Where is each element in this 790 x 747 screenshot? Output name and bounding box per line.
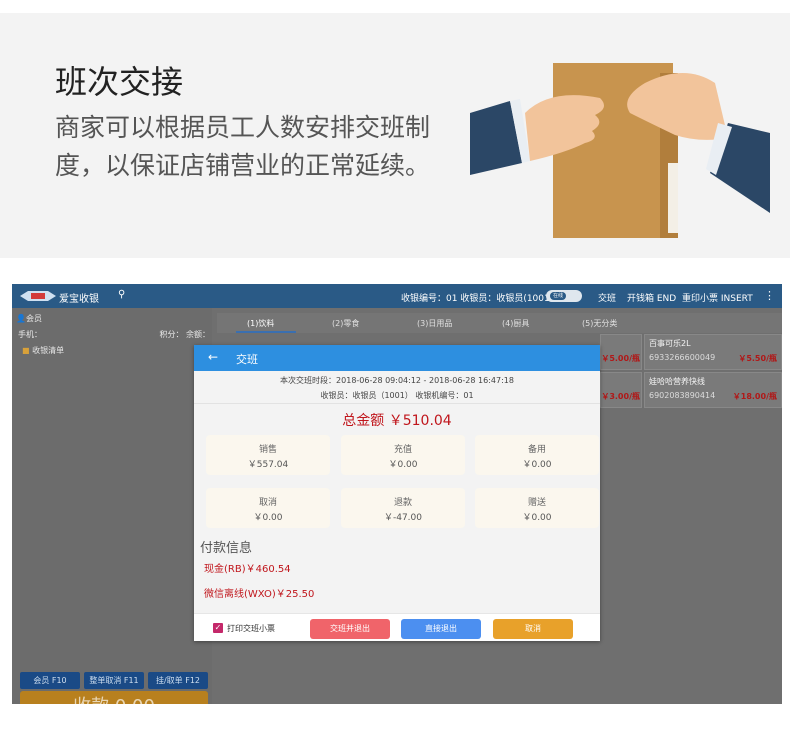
- tab-snacks[interactable]: (2)零食: [332, 318, 359, 329]
- print-receipt-checkbox[interactable]: ✓: [213, 623, 223, 633]
- cashier-info: 收银编号：01 收银员：收银员(1001): [401, 294, 554, 304]
- member-label: 会员: [25, 314, 42, 323]
- card-value: ￥0.00: [522, 513, 552, 523]
- print-receipt-label[interactable]: 打印交班小票: [227, 623, 275, 634]
- reserve-card: 备用 ￥0.00: [475, 435, 599, 475]
- handover-exit-button[interactable]: 交班并退出: [310, 619, 390, 639]
- order-list-icon: ■: [22, 346, 30, 355]
- member-button[interactable]: 会员 F10: [20, 672, 80, 689]
- back-arrow-icon[interactable]: ←: [208, 350, 218, 364]
- goods-item[interactable]: ￥5.00/瓶: [600, 334, 642, 370]
- card-label: 备用: [527, 445, 546, 455]
- toggle-label: 在线: [550, 292, 566, 300]
- goods-price: ￥5.00/瓶: [601, 354, 640, 363]
- card-value: ￥0.00: [522, 460, 552, 470]
- more-menu-icon[interactable]: ⋮: [764, 289, 775, 302]
- payment-cash: 现金(RB)￥460.54: [204, 564, 291, 575]
- gift-card: 赠送 ￥0.00: [475, 488, 599, 528]
- goods-item[interactable]: ￥3.00/瓶: [600, 372, 642, 408]
- card-label: 退款: [393, 498, 412, 508]
- goods-price: ￥5.50/瓶: [738, 354, 777, 363]
- top-bar: 爱宝收银 ⚲ 收银编号：01 收银员：收银员(1001) 在线 交班 开钱箱 E…: [12, 284, 782, 308]
- tab-uncategorized[interactable]: (5)无分类: [582, 318, 617, 329]
- goods-item[interactable]: 百事可乐2L 6933266600049 ￥5.50/瓶: [644, 334, 782, 370]
- goods-item[interactable]: 娃哈哈营养快线 6902083890414 ￥18.00/瓶: [644, 372, 782, 408]
- search-icon[interactable]: ⚲: [118, 289, 125, 300]
- card-value: ￥0.00: [388, 460, 418, 470]
- banner-description: 商家可以根据员工人数安排交班制度，以保证店铺营业的正常延续。: [55, 113, 431, 180]
- reprint-action[interactable]: 重印小票 INSERT: [682, 291, 753, 304]
- category-tabs: (1)饮料 (2)零食 (3)日用品 (4)厨具 (5)无分类: [217, 313, 782, 333]
- direct-exit-button[interactable]: 直接退出: [401, 619, 481, 639]
- cancel-card: 取消 ￥0.00: [206, 488, 330, 528]
- hold-order-button[interactable]: 挂/取单 F12: [148, 672, 208, 689]
- recharge-card: 充值 ￥0.00: [341, 435, 465, 475]
- active-tab-indicator: [236, 331, 296, 333]
- dialog-footer: ✓ 打印交班小票 交班并退出 直接退出 取消: [194, 613, 600, 641]
- payment-wechat-offline: 微信离线(WXO)￥25.50: [204, 589, 315, 600]
- points-balance-label: 积分： 余额：: [159, 330, 210, 339]
- tab-daily[interactable]: (3)日用品: [417, 318, 452, 329]
- card-label: 取消: [258, 498, 277, 508]
- folder-handover-illustration: [470, 63, 770, 238]
- payment-info-title: 付款信息: [200, 541, 253, 556]
- refund-card: 退款 ￥-47.00: [341, 488, 465, 528]
- app-logo-icon: [20, 291, 56, 301]
- handover-action[interactable]: 交班: [598, 291, 616, 304]
- card-label: 充值: [393, 445, 412, 455]
- dialog-title: 交班: [236, 353, 258, 366]
- cancel-order-button[interactable]: 整单取消 F11: [84, 672, 144, 689]
- card-value: ￥-47.00: [383, 513, 422, 523]
- goods-price: ￥3.00/瓶: [601, 392, 640, 401]
- card-value: ￥0.00: [253, 513, 283, 523]
- order-list-row[interactable]: ■ 收银清单: [22, 345, 64, 356]
- online-toggle[interactable]: 在线: [546, 290, 582, 302]
- member-row[interactable]: 👤会员: [16, 313, 42, 324]
- card-label: 赠送: [527, 498, 546, 508]
- phone-label: 手机：: [18, 330, 42, 339]
- handover-cashier: 收银员：收银员（1001） 收银机编号：01: [320, 391, 474, 400]
- divider: [194, 403, 600, 404]
- tab-drinks[interactable]: (1)饮料: [247, 318, 274, 329]
- goods-code: 6902083890414: [649, 391, 716, 400]
- member-phone-row: 手机： 积分： 余额：: [18, 329, 210, 340]
- tab-kitchen[interactable]: (4)厨具: [502, 318, 529, 329]
- goods-name: 娃哈哈营养快线: [649, 377, 705, 386]
- goods-code: 6933266600049: [649, 353, 716, 362]
- checkout-button[interactable]: 收款 0.00: [20, 691, 208, 704]
- handover-period: 本次交班时段：2018-06-28 09:04:12 - 2018-06-28 …: [280, 376, 514, 385]
- order-list-label: 收银清单: [32, 346, 65, 355]
- left-panel: 👤会员 手机： 积分： 余额： ■ 收银清单 会员 F10 整单取消 F11 挂…: [12, 308, 212, 704]
- sales-card: 销售 ￥557.04: [206, 435, 330, 475]
- goods-price: ￥18.00/瓶: [732, 392, 777, 401]
- intro-banner: 班次交接 商家可以根据员工人数安排交班制度，以保证店铺营业的正常延续。: [0, 13, 790, 258]
- app-name: 爱宝收银: [59, 294, 99, 305]
- banner-title: 班次交接: [55, 63, 184, 101]
- open-drawer-action[interactable]: 开钱箱 END: [627, 291, 676, 304]
- cancel-button[interactable]: 取消: [493, 619, 573, 639]
- goods-name: 百事可乐2L: [649, 339, 691, 348]
- total-amount: 总金额 ￥510.04: [342, 413, 452, 429]
- card-label: 销售: [258, 445, 277, 455]
- card-value: ￥557.04: [247, 460, 289, 470]
- handover-dialog: ← 交班 本次交班时段：2018-06-28 09:04:12 - 2018-0…: [194, 345, 600, 641]
- dialog-header: ← 交班: [194, 345, 600, 371]
